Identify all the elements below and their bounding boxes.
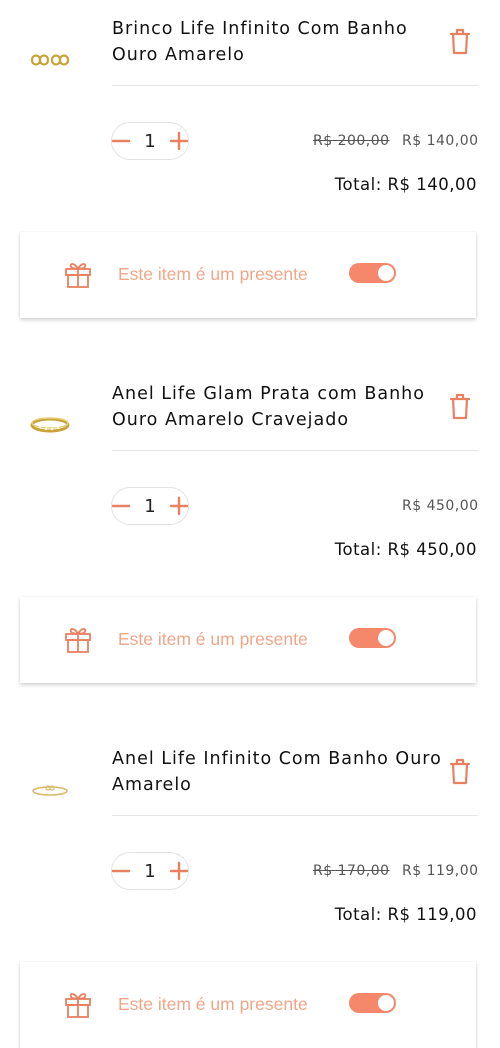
toggle-knob <box>378 265 394 281</box>
plus-icon[interactable] <box>169 496 189 516</box>
minus-icon[interactable] <box>111 496 131 516</box>
original-price: R$ 200,00 <box>313 133 390 149</box>
quantity-value: 1 <box>144 496 156 517</box>
gift-icon <box>65 993 91 1018</box>
product-name: Anel Life Infinito Com Banho Ouro Amarel… <box>112 749 442 795</box>
plus-icon[interactable] <box>169 131 189 151</box>
sale-price: R$ 140,00 <box>402 133 479 149</box>
quantity-value: 1 <box>144 131 156 152</box>
divider <box>112 815 478 816</box>
infinity-earring-thumbnail <box>30 54 70 66</box>
gift-label: Este item é um presente <box>118 264 308 284</box>
item-total: Total: R$ 140,00 <box>334 175 477 194</box>
minus-icon[interactable] <box>111 861 131 881</box>
original-price: R$ 170,00 <box>313 863 390 879</box>
item-total: Total: R$ 450,00 <box>334 540 477 559</box>
trash-icon[interactable] <box>446 391 474 421</box>
plus-icon[interactable] <box>169 861 189 881</box>
gift-toggle[interactable] <box>349 628 396 648</box>
sale-price: R$ 119,00 <box>402 863 479 879</box>
item-total: Total: R$ 119,00 <box>334 905 477 924</box>
quantity-stepper[interactable]: 1 <box>111 122 189 160</box>
ring-thumbnail <box>32 785 68 796</box>
quantity-stepper[interactable]: 1 <box>111 852 189 890</box>
gift-label: Este item é um presente <box>118 994 308 1014</box>
gift-toggle[interactable] <box>349 993 396 1013</box>
quantity-value: 1 <box>144 861 156 882</box>
minus-icon[interactable] <box>111 131 131 151</box>
gift-option-card: Este item é um presente <box>20 962 476 1048</box>
toggle-knob <box>378 995 394 1011</box>
gift-label: Este item é um presente <box>118 629 308 649</box>
gift-toggle[interactable] <box>349 263 396 283</box>
quantity-stepper[interactable]: 1 <box>111 487 189 525</box>
product-name: Brinco Life Infinito Com Banho Ouro Amar… <box>112 19 408 65</box>
divider <box>112 450 478 451</box>
ring-thumbnail <box>30 417 70 433</box>
trash-icon[interactable] <box>446 26 474 56</box>
toggle-knob <box>378 630 394 646</box>
gift-option-card: Este item é um presente <box>20 597 476 683</box>
gift-icon <box>65 263 91 288</box>
product-name: Anel Life Glam Prata com Banho Ouro Amar… <box>112 384 425 430</box>
cart-item: Anel Life Infinito Com Banho Ouro Amarel… <box>0 730 500 1048</box>
price: R$ 450,00 <box>402 498 479 514</box>
divider <box>112 85 478 86</box>
cart-item: Brinco Life Infinito Com Banho Ouro Amar… <box>0 0 500 325</box>
gift-option-card: Este item é um presente <box>20 232 476 318</box>
trash-icon[interactable] <box>446 756 474 786</box>
cart-item: Anel Life Glam Prata com Banho Ouro Amar… <box>0 365 500 690</box>
gift-icon <box>65 628 91 653</box>
